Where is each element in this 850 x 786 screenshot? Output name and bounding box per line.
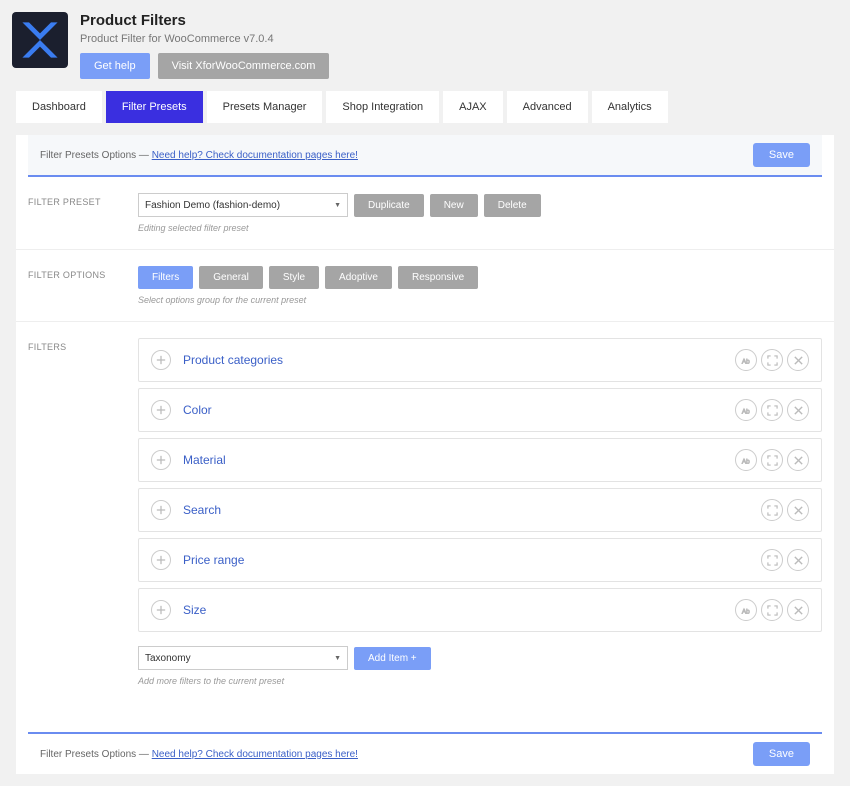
filter-title[interactable]: Color [183,403,735,417]
page-title: Product Filters [80,12,329,29]
ab-icon[interactable]: Ab [735,399,757,421]
filter-item: Color Ab [138,388,822,432]
ab-icon[interactable]: Ab [735,599,757,621]
preset-hint: Editing selected filter preset [138,223,822,233]
expand-icon[interactable] [761,449,783,471]
filter-item: Product categories Ab [138,338,822,382]
filter-title[interactable]: Size [183,603,735,617]
ab-icon[interactable]: Ab [735,349,757,371]
option-group-general[interactable]: General [199,266,263,289]
ab-icon[interactable]: Ab [735,449,757,471]
close-icon[interactable] [787,499,809,521]
docs-link-footer[interactable]: Need help? Check documentation pages her… [152,749,358,760]
preset-select[interactable]: Fashion Demo (fashion-demo) [138,193,348,217]
options-hint: Select options group for the current pre… [138,295,822,305]
tab-analytics[interactable]: Analytics [592,91,668,123]
svg-text:Ab: Ab [741,458,749,465]
expand-icon[interactable] [151,500,171,520]
expand-icon[interactable] [151,550,171,570]
filter-title[interactable]: Search [183,503,761,517]
options-bar-text: Filter Presets Options — Need help? Chec… [40,150,358,161]
expand-icon[interactable] [761,499,783,521]
expand-icon[interactable] [151,350,171,370]
close-icon[interactable] [787,449,809,471]
docs-link[interactable]: Need help? Check documentation pages her… [152,150,358,161]
page-subtitle: Product Filter for WooCommerce v7.0.4 [80,33,329,45]
option-group-adoptive[interactable]: Adoptive [325,266,392,289]
add-hint: Add more filters to the current preset [138,676,822,686]
save-button-footer[interactable]: Save [753,742,810,766]
new-button[interactable]: New [430,194,478,217]
tab-presets-manager[interactable]: Presets Manager [207,91,323,123]
delete-button[interactable]: Delete [484,194,541,217]
main-tabs: DashboardFilter PresetsPresets ManagerSh… [0,91,850,123]
tab-dashboard[interactable]: Dashboard [16,91,102,123]
expand-icon[interactable] [151,450,171,470]
close-icon[interactable] [787,549,809,571]
expand-icon[interactable] [761,549,783,571]
close-icon[interactable] [787,349,809,371]
expand-icon[interactable] [151,600,171,620]
filter-item: Size Ab [138,588,822,632]
add-item-button[interactable]: Add Item + [354,647,431,670]
expand-icon[interactable] [761,399,783,421]
filter-item: Material Ab [138,438,822,482]
visit-site-button[interactable]: Visit XforWooCommerce.com [158,53,330,79]
filter-item: Price range [138,538,822,582]
expand-icon[interactable] [151,400,171,420]
section-label-filters: FILTERS [28,338,138,686]
option-group-filters[interactable]: Filters [138,266,193,289]
tab-filter-presets[interactable]: Filter Presets [106,91,203,123]
filter-title[interactable]: Product categories [183,353,735,367]
tab-advanced[interactable]: Advanced [507,91,588,123]
expand-icon[interactable] [761,599,783,621]
close-icon[interactable] [787,399,809,421]
filter-title[interactable]: Material [183,453,735,467]
expand-icon[interactable] [761,349,783,371]
add-filter-select[interactable]: Taxonomy [138,646,348,670]
get-help-button[interactable]: Get help [80,53,150,79]
filter-title[interactable]: Price range [183,553,761,567]
close-icon[interactable] [787,599,809,621]
svg-text:Ab: Ab [741,608,749,615]
section-label-preset: FILTER PRESET [28,193,138,233]
footer-bar-text: Filter Presets Options — Need help? Chec… [40,749,358,760]
tab-shop-integration[interactable]: Shop Integration [326,91,439,123]
app-logo [12,12,68,68]
section-label-options: FILTER OPTIONS [28,266,138,305]
duplicate-button[interactable]: Duplicate [354,194,424,217]
svg-text:Ab: Ab [741,408,749,415]
tab-ajax[interactable]: AJAX [443,91,503,123]
option-group-responsive[interactable]: Responsive [398,266,478,289]
save-button[interactable]: Save [753,143,810,167]
svg-text:Ab: Ab [741,358,749,365]
option-group-style[interactable]: Style [269,266,319,289]
filter-item: Search [138,488,822,532]
